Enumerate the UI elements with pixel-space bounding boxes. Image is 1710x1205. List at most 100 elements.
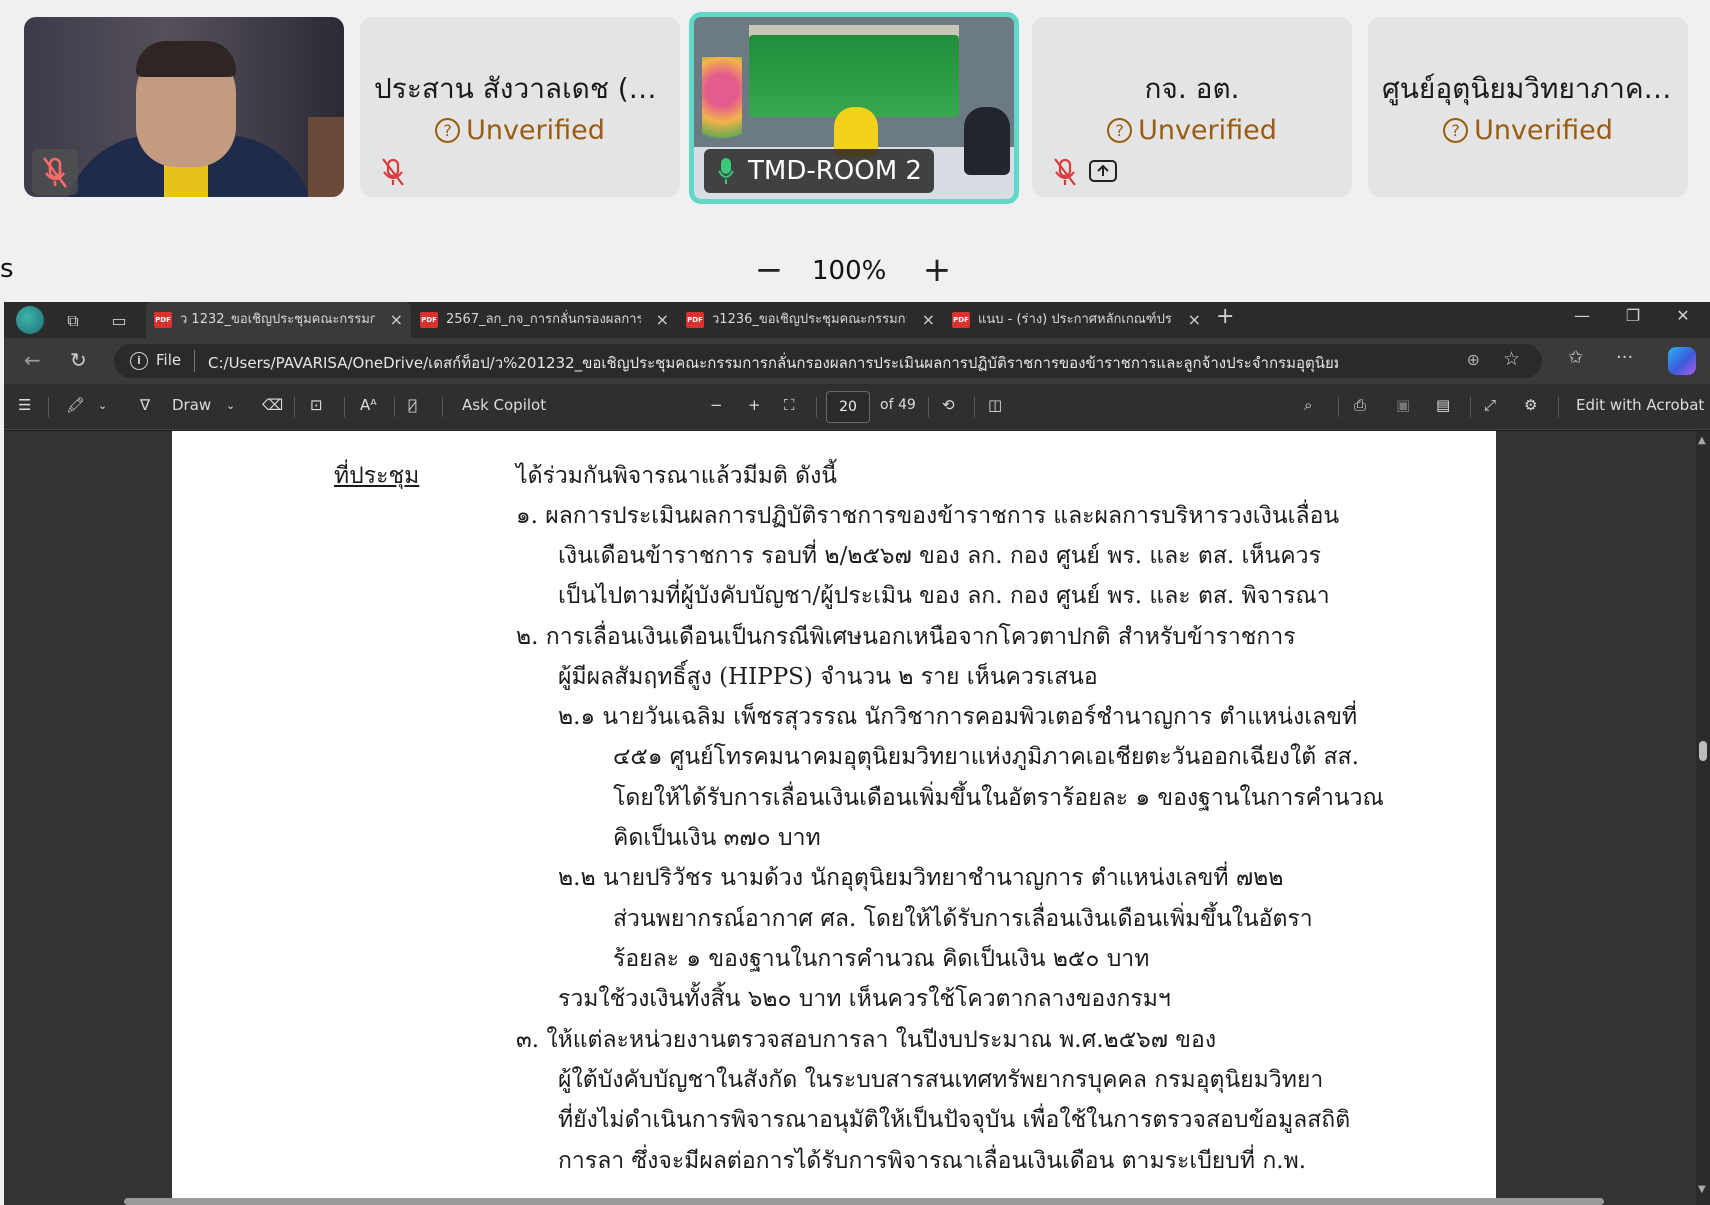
video-background-shelf xyxy=(308,117,344,197)
divider xyxy=(816,397,817,417)
pdf-file-icon: PDF xyxy=(154,312,172,328)
zoom-icon[interactable]: ⊕ xyxy=(1467,350,1480,369)
divider xyxy=(294,397,295,417)
doc-line: ๑. ผลการประเมินผลการปฏิบัติราชการของข้าร… xyxy=(516,503,1340,529)
doc-line: ได้ร่วมกันพิจารณาแล้วมีมติ ดังนี้ xyxy=(516,463,838,489)
doc-line: รวมใช้วงเงินทั้งสิ้น ๖๒๐ บาท เห็นควรใช้โ… xyxy=(558,986,1171,1012)
zoom-in-icon[interactable]: + xyxy=(748,396,761,414)
participant-tile-3[interactable]: กจ. อต. ? Unverified xyxy=(1032,17,1352,197)
save-icon[interactable]: ▣ xyxy=(1396,396,1410,414)
highlight-icon[interactable]: 🖍 xyxy=(66,396,85,414)
verification-status: ? Unverified xyxy=(360,115,680,146)
vertical-tabs-icon[interactable]: ▭ xyxy=(108,310,130,332)
divider xyxy=(974,397,975,417)
mic-muted-icon xyxy=(43,157,67,188)
close-tab-icon[interactable]: × xyxy=(922,302,935,338)
new-tab-button[interactable]: + xyxy=(1216,304,1234,329)
url-text[interactable]: C:/Users/PAVARISA/OneDrive/เดสก์ท็อป/ว%2… xyxy=(208,351,1338,375)
address-bar: ← ↻ i File C:/Users/PAVARISA/OneDrive/เด… xyxy=(4,338,1710,384)
page-number-input[interactable]: 20 xyxy=(826,391,870,423)
profile-avatar[interactable] xyxy=(16,306,44,334)
zoom-out-icon[interactable]: − xyxy=(710,396,723,414)
close-tab-icon[interactable]: × xyxy=(390,302,403,338)
close-tab-icon[interactable]: × xyxy=(656,302,669,338)
zoom-out-button[interactable]: − xyxy=(754,250,784,290)
participant-tile-video[interactable] xyxy=(24,17,344,197)
copilot-icon[interactable] xyxy=(1668,347,1696,375)
divider xyxy=(194,350,195,372)
fullscreen-icon[interactable]: ⤢ xyxy=(1484,396,1496,414)
horizontal-scrollbar[interactable] xyxy=(124,1198,1604,1205)
pdf-viewer[interactable]: ที่ประชุม ได้ร่วมกันพิจารณาแล้วมีมติ ดัง… xyxy=(4,431,1710,1205)
fit-page-icon[interactable]: ⛶ xyxy=(784,396,795,414)
read-aloud-icon[interactable]: Aᴬ xyxy=(360,396,377,414)
eraser-icon[interactable]: ⌫ xyxy=(262,396,283,414)
page-view-icon[interactable]: ◫ xyxy=(988,396,1002,414)
search-icon[interactable]: ⌕ xyxy=(1304,396,1312,414)
favorites-icon[interactable]: ✩ xyxy=(1568,347,1583,368)
draw-icon[interactable]: ∇ xyxy=(140,396,150,414)
divider xyxy=(48,397,49,417)
close-tab-icon[interactable]: × xyxy=(1188,302,1201,338)
restore-button[interactable]: ❐ xyxy=(1618,306,1648,325)
mic-muted-icon xyxy=(382,158,404,186)
chevron-down-icon[interactable]: ⌄ xyxy=(98,399,107,412)
screen-share-icon xyxy=(1089,160,1117,182)
question-icon: ? xyxy=(1443,118,1469,143)
participant-tile-active-speaker[interactable]: TMD-ROOM 2 xyxy=(689,12,1019,204)
more-menu-icon[interactable]: ··· xyxy=(1616,347,1633,368)
save-as-icon[interactable]: ▤ xyxy=(1436,396,1450,414)
participant-tile-4[interactable]: ศูนย์อุตุนิยมวิทยาภาคเ... ? Unverified xyxy=(1368,17,1688,197)
text-box-icon[interactable]: ⊡ xyxy=(310,396,323,414)
participant-name: ประสาน สังวาลเดช (ผอ... xyxy=(374,72,666,105)
doc-line: โดยให้ได้รับการเลื่อนเงินเดือนเพิ่มขึ้นใ… xyxy=(613,785,1384,811)
zoom-level: 100% xyxy=(812,256,887,286)
ask-copilot-button[interactable]: Ask Copilot xyxy=(462,396,546,414)
draw-button[interactable]: Draw xyxy=(172,396,211,414)
favorite-star-icon[interactable]: ☆ xyxy=(1503,348,1520,370)
doc-line: ร้อยละ ๑ ของฐานในการคำนวณ คิดเป็นเงิน ๒๕… xyxy=(613,946,1150,972)
print-icon[interactable]: ⎙ xyxy=(1354,396,1366,414)
scroll-down-icon[interactable]: ▼ xyxy=(1698,1184,1706,1195)
doc-line: ๓. ให้แต่ละหน่วยงานตรวจสอบการลา ในปีงบปร… xyxy=(516,1027,1217,1053)
divider xyxy=(928,397,929,417)
edit-with-acrobat-button[interactable]: Edit with Acrobat xyxy=(1576,396,1704,414)
vertical-scrollbar[interactable]: ▲ ▼ xyxy=(1696,431,1710,1205)
contents-icon[interactable]: ☰ xyxy=(18,396,31,414)
question-icon: ? xyxy=(435,118,461,143)
divider xyxy=(1558,397,1559,417)
minimize-button[interactable]: — xyxy=(1567,306,1597,325)
verification-status: ? Unverified xyxy=(1368,115,1688,146)
tab-pdf-3[interactable]: PDF ว1236_ขอเชิญประชุมคณะกรรมการก × xyxy=(678,302,943,338)
doc-line: ผู้ใต้บังคับบัญชาในสังกัด ในระบบสารสนเทศ… xyxy=(558,1067,1324,1093)
participant-tile-1[interactable]: ประสาน สังวาลเดช (ผอ... ? Unverified xyxy=(360,17,680,197)
chevron-down-icon[interactable]: ⌄ xyxy=(226,399,235,412)
tab-pdf-4[interactable]: PDF แนบ - (ร่าง) ประกาศหลักเกณฑ์ประเมิน … xyxy=(944,302,1209,338)
url-field[interactable]: i File C:/Users/PAVARISA/OneDrive/เดสก์ท… xyxy=(114,344,1542,378)
question-icon: ? xyxy=(1107,118,1133,143)
workspaces-icon[interactable]: ⧉ xyxy=(62,310,84,332)
truncated-label: s xyxy=(0,254,14,284)
doc-line: เงินเดือนข้าราชการ รอบที่ ๒/๒๕๖๗ ของ ลก.… xyxy=(558,543,1321,569)
rotate-icon[interactable]: ⟲ xyxy=(942,396,955,414)
zoom-in-button[interactable]: + xyxy=(922,250,952,290)
refresh-icon[interactable]: ↻ xyxy=(70,348,87,372)
back-icon[interactable]: ← xyxy=(24,348,41,372)
mic-muted-icon xyxy=(1054,158,1076,186)
scrollbar-thumb[interactable] xyxy=(1699,741,1707,761)
doc-line: ๒. การเลื่อนเงินเดือนเป็นกรณีพิเศษนอกเหน… xyxy=(516,624,1296,650)
translate-icon[interactable]: อ̷ xyxy=(408,396,417,414)
doc-line: คิดเป็นเงิน ๓๗๐ บาท xyxy=(613,825,821,851)
participant-name: กจ. อต. xyxy=(1144,72,1240,105)
info-icon[interactable]: i xyxy=(130,352,148,370)
file-scheme-label: File xyxy=(156,351,182,369)
doc-line: ๒.๑ นายวันเฉลิม เพ็ชรสุวรรณ นักวิชาการคอ… xyxy=(558,704,1358,730)
tab-pdf-1[interactable]: PDF ว 1232_ขอเชิญประชุมคณะกรรมการก × xyxy=(146,302,411,338)
tab-pdf-2[interactable]: PDF 2567_ลก_กจ_การกลั่นกรองผลการประ × xyxy=(412,302,677,338)
doc-line: ๔๕๑ ศูนย์โทรคมนาคมอุตุนิยมวิทยาแห่งภูมิภ… xyxy=(613,744,1359,770)
divider xyxy=(1338,397,1339,417)
scroll-up-icon[interactable]: ▲ xyxy=(1698,435,1706,446)
close-window-button[interactable]: ✕ xyxy=(1668,306,1698,325)
participant-name-label: TMD-ROOM 2 xyxy=(704,149,934,193)
settings-gear-icon[interactable]: ⚙ xyxy=(1524,396,1537,414)
